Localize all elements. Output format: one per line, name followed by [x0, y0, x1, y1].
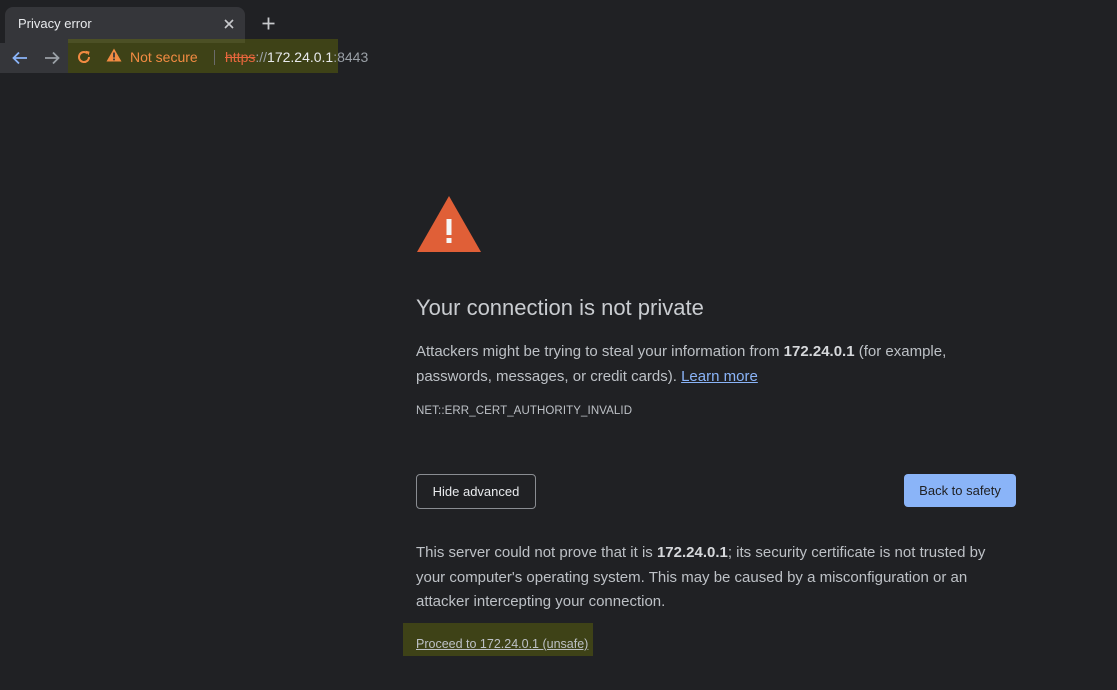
- details-host: 172.24.0.1: [656, 544, 728, 561]
- warning-triangle-icon: [106, 48, 122, 67]
- error-code: NET::ERR_CERT_AUTHORITY_INVALID: [416, 405, 633, 417]
- reload-icon[interactable]: [74, 46, 94, 68]
- close-icon[interactable]: [219, 14, 239, 34]
- arrow-right-icon[interactable]: [40, 46, 64, 70]
- plus-icon[interactable]: [256, 11, 280, 35]
- url-host: 172.24.0.1: [267, 49, 334, 65]
- url-separator: ://: [255, 49, 268, 65]
- proceed-unsafe-link[interactable]: Proceed to 172.24.0.1 (unsafe): [416, 637, 588, 651]
- intro-text-1: Attackers might be trying to steal your …: [416, 343, 784, 360]
- tab-title: Privacy error: [18, 16, 92, 31]
- arrow-left-icon[interactable]: [8, 46, 32, 70]
- details-paragraph: This server could not prove that it is 1…: [416, 541, 1016, 615]
- url-text[interactable]: https://172.24.0.1:8443: [225, 49, 368, 65]
- learn-more-link[interactable]: Learn more: [681, 368, 758, 385]
- intro-host: 172.24.0.1: [783, 343, 855, 360]
- intro-paragraph: Attackers might be trying to steal your …: [416, 340, 1016, 389]
- divider: [214, 50, 215, 65]
- page-title: Your connection is not private: [416, 295, 704, 320]
- security-chip[interactable]: Not secure: [106, 46, 198, 68]
- tab-privacy-error[interactable]: Privacy error: [5, 7, 245, 43]
- url-port: :8443: [333, 49, 369, 65]
- hide-advanced-button[interactable]: Hide advanced: [416, 474, 536, 509]
- warning-triangle-icon: [416, 195, 482, 253]
- details-text-1: This server could not prove that it is: [416, 544, 657, 561]
- url-scheme: https: [225, 49, 256, 65]
- back-to-safety-button[interactable]: Back to safety: [904, 474, 1016, 507]
- tab-strip: Privacy error: [0, 0, 1117, 43]
- not-secure-label: Not secure: [130, 49, 198, 65]
